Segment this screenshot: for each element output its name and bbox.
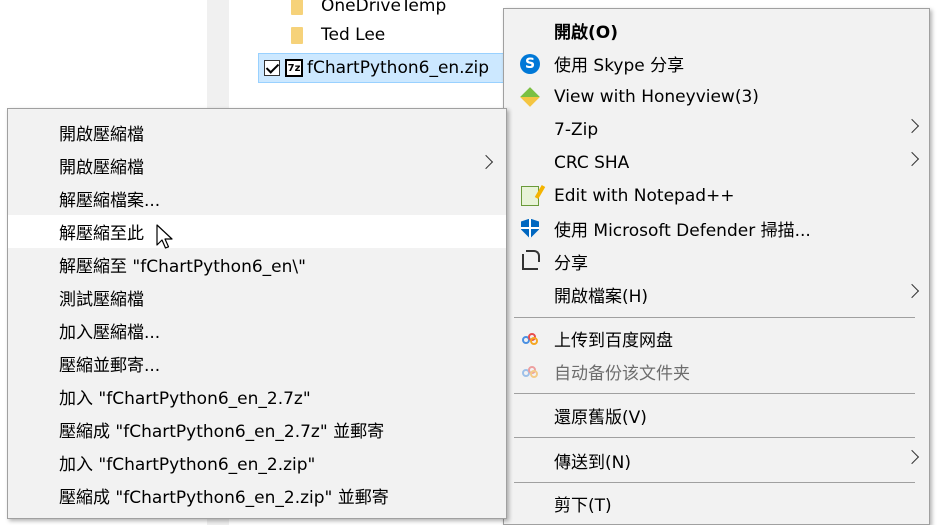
menu-item-label: 加入 "fChartPython6_en_2.7z" [59,389,311,409]
menu-item-skype-share[interactable]: S 使用 Skype 分享 [504,47,929,80]
menu-item-label: 剪下(T) [554,496,612,516]
menu-item-defender-scan[interactable]: 使用 Microsoft Defender 掃描... [504,212,929,245]
menu-item-label: 開啟壓縮檔 [59,125,144,145]
honeyview-icon [519,86,541,108]
menu-item-label: 壓縮成 "fChartPython6_en_2.7z" 並郵寄 [59,422,385,442]
menu-item-label: View with Honeyview(3) [554,86,759,107]
zip-item-add-to-7z[interactable]: 加入 "fChartPython6_en_2.7z" [8,380,506,413]
menu-item-share[interactable]: 分享 [504,245,929,278]
menu-item-label: 上传到百度网盘 [554,331,673,351]
menu-item-label: 壓縮成 "fChartPython6_en_2.zip" 並郵寄 [59,488,389,508]
file-name: fChartPython6_en.zip [307,58,490,78]
menu-item-label: 使用 Microsoft Defender 掃描... [554,221,811,241]
menu-item-open[interactable]: 開啟(O) [504,14,929,47]
menu-item-label: 開啟(O) [554,23,618,43]
context-menu: 開啟(O) S 使用 Skype 分享 View with Honeyview(… [503,8,930,525]
menu-item-label: 開啟檔案(H) [554,287,649,307]
file-name: Ted Lee [321,25,386,45]
menu-item-crc-sha[interactable]: CRC SHA [504,146,929,179]
menu-item-honeyview[interactable]: View with Honeyview(3) [504,80,929,113]
chevron-right-icon [904,283,920,299]
file-row-onedrivetemp[interactable]: OneDriveTemp [285,0,446,21]
file-name: OneDriveTemp [321,0,447,16]
menu-item-label: 使用 Skype 分享 [554,56,685,76]
baidu-netdisk-icon [519,361,541,383]
zip-item-compress-zip-email[interactable]: 壓縮成 "fChartPython6_en_2.zip" 並郵寄 [8,479,506,512]
zip-item-add-to-archive[interactable]: 加入壓縮檔... [8,314,506,347]
defender-shield-icon [519,218,541,240]
menu-item-label: 自动备份该文件夹 [554,364,690,384]
menu-item-label: 7-Zip [554,119,599,140]
menu-item-label: 傳送到(N) [554,453,631,473]
menu-item-label: 測試壓縮檔 [59,290,144,310]
mouse-cursor-icon [156,224,173,249]
zip-item-extract-here[interactable]: 解壓縮至此 [8,215,506,248]
menu-item-upload-baidu[interactable]: 上传到百度网盘 [504,322,929,355]
zip-item-extract-files[interactable]: 解壓縮檔案... [8,182,506,215]
share-icon [519,249,541,273]
menu-item-restore-previous[interactable]: 還原舊版(V) [504,399,929,432]
baidu-netdisk-icon [519,328,541,350]
menu-item-label: 還原舊版(V) [554,408,647,428]
menu-item-label: 解壓縮至此 [59,224,144,244]
zip-item-test-archive[interactable]: 測試壓縮檔 [8,281,506,314]
zip-item-compress-and-email[interactable]: 壓縮並郵寄... [8,347,506,380]
notepad-plus-plus-icon [519,185,541,207]
menu-item-send-to[interactable]: 傳送到(N) [504,444,929,477]
menu-item-label: 解壓縮檔案... [59,191,161,211]
chevron-right-icon [904,151,920,167]
menu-item-label: 開啟壓縮檔 [59,158,144,178]
menu-item-label: 壓縮並郵寄... [59,356,161,376]
chevron-right-icon [478,154,494,170]
menu-item-label: 解壓縮至 "fChartPython6_en\" [59,257,306,277]
zip-item-open-archive-submenu[interactable]: 開啟壓縮檔 [8,149,506,182]
zip-item-add-to-zip[interactable]: 加入 "fChartPython6_en_2.zip" [8,446,506,479]
menu-item-auto-backup: 自动备份该文件夹 [504,355,929,388]
skype-icon: S [519,53,541,75]
folder-icon [291,26,303,44]
menu-item-7zip[interactable]: 7-Zip [504,113,929,146]
menu-item-cut[interactable]: 剪下(T) [504,487,929,520]
menu-item-open-with[interactable]: 開啟檔案(H) [504,278,929,311]
seven-zip-file-icon: 7z [285,59,303,77]
zip-item-open-archive[interactable]: 開啟壓縮檔 [8,116,506,149]
menu-item-label: 加入壓縮檔... [59,323,161,343]
chevron-right-icon [904,449,920,465]
menu-item-notepad-plus-plus[interactable]: Edit with Notepad++ [504,179,929,212]
menu-item-label: CRC SHA [554,152,630,173]
menu-separator [514,317,915,318]
zip-item-extract-to-folder[interactable]: 解壓縮至 "fChartPython6_en\" [8,248,506,281]
file-row-ted-lee[interactable]: Ted Lee [285,20,385,50]
menu-item-label: 分享 [554,254,588,274]
menu-separator [514,437,915,438]
menu-separator [514,482,915,483]
folder-icon [291,0,303,15]
zip-item-compress-7z-email[interactable]: 壓縮成 "fChartPython6_en_2.7z" 並郵寄 [8,413,506,446]
menu-separator [514,393,915,394]
selection-checkbox[interactable] [264,60,280,76]
chevron-right-icon [904,118,920,134]
seven-zip-submenu: 開啟壓縮檔 開啟壓縮檔 解壓縮檔案... 解壓縮至此 解壓縮至 "fChartP… [7,108,507,519]
menu-item-label: Edit with Notepad++ [554,185,735,206]
file-row-selected[interactable]: 7z fChartPython6_en.zip [258,53,513,83]
menu-item-label: 加入 "fChartPython6_en_2.zip" [59,455,316,475]
